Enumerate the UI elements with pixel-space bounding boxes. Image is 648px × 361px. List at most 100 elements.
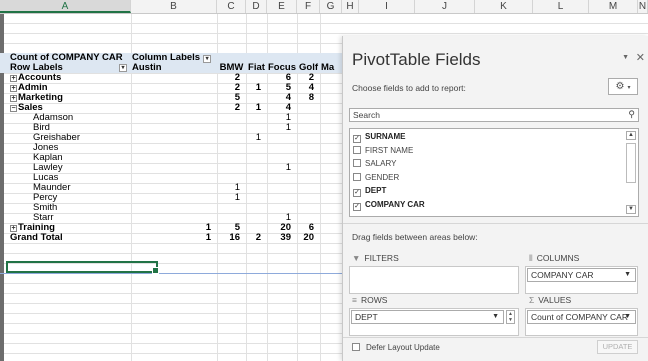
pivot-value-cell[interactable]	[297, 143, 314, 153]
field-checkbox[interactable]: ✓	[353, 189, 361, 197]
column-header-f[interactable]: F	[297, 0, 320, 13]
field-checkbox[interactable]	[353, 159, 361, 167]
row-item-label[interactable]: Maunder	[33, 183, 131, 193]
pivot-value-cell[interactable]: 1	[267, 163, 291, 173]
chevron-down-icon[interactable]: ▼	[624, 269, 631, 281]
filter-dropdown-icon[interactable]: ▾	[119, 64, 127, 72]
pivot-value-cell[interactable]	[297, 103, 314, 113]
pivot-value-cell[interactable]	[246, 173, 261, 183]
defer-layout-checkbox[interactable]	[352, 343, 360, 351]
chevron-down-icon[interactable]: ▼	[624, 311, 631, 323]
column-item-golf[interactable]: Golf	[297, 63, 320, 73]
pivot-value-cell[interactable]	[217, 213, 240, 223]
row-group-label[interactable]: + Accounts	[10, 73, 131, 83]
column-header-a[interactable]: A	[0, 0, 131, 13]
pivot-value-cell[interactable]: 5	[217, 93, 240, 103]
fill-handle[interactable]	[152, 267, 159, 274]
pivot-value-cell[interactable]	[297, 133, 314, 143]
pivot-value-cell[interactable]: 5	[267, 83, 291, 93]
row-item-label[interactable]: Adamson	[33, 113, 131, 123]
pivot-value-cell[interactable]	[217, 123, 240, 133]
field-item[interactable]: FIRST NAME	[353, 145, 413, 158]
field-item[interactable]: ✓ DEPT	[353, 186, 386, 198]
column-header-e[interactable]: E	[267, 0, 297, 13]
pivot-value-cell[interactable]: 5	[217, 223, 240, 233]
pivot-value-cell[interactable]	[246, 73, 261, 83]
row-item-label[interactable]: Smith	[33, 203, 131, 213]
pivot-value-cell[interactable]: 1	[217, 193, 240, 203]
pivot-value-cell[interactable]	[217, 143, 240, 153]
update-button[interactable]: UPDATE	[597, 340, 638, 354]
row-item-label[interactable]: Percy	[33, 193, 131, 203]
pivot-value-cell[interactable]	[246, 153, 261, 163]
pivot-value-cell[interactable]	[132, 163, 211, 173]
row-group-label[interactable]: − Sales	[10, 103, 131, 113]
row-item-label[interactable]: Bird	[33, 123, 131, 133]
pivot-value-cell[interactable]	[246, 163, 261, 173]
pivot-value-cell[interactable]	[217, 113, 240, 123]
pivot-value-cell[interactable]: 6	[297, 223, 314, 233]
pivot-value-cell[interactable]	[132, 73, 211, 83]
pivot-value-cell[interactable]: 1	[246, 133, 261, 143]
pivot-value-cell[interactable]	[246, 123, 261, 133]
pivot-value-cell[interactable]: 2	[297, 73, 314, 83]
column-item-focus[interactable]: Focus	[267, 63, 297, 73]
pivot-value-cell[interactable]	[246, 93, 261, 103]
row-item-label[interactable]: Lawley	[33, 163, 131, 173]
pivot-value-cell[interactable]	[267, 203, 291, 213]
down-arrow-icon[interactable]: ▼	[508, 317, 513, 323]
expand-icon[interactable]: +	[10, 75, 17, 82]
pivot-value-cell[interactable]: 4	[267, 103, 291, 113]
pivot-value-cell[interactable]	[132, 143, 211, 153]
chevron-down-icon[interactable]: ▼	[622, 54, 629, 61]
pivot-value-cell[interactable]	[132, 183, 211, 193]
pivot-value-cell[interactable]	[297, 213, 314, 223]
pivot-value-cell[interactable]: 1	[132, 223, 211, 233]
pivot-value-cell[interactable]	[217, 133, 240, 143]
field-checkbox[interactable]	[353, 172, 361, 181]
pivot-value-cell[interactable]: 1	[132, 233, 211, 243]
field-checkbox[interactable]	[353, 145, 361, 154]
pivot-value-cell[interactable]	[246, 193, 261, 203]
tools-button[interactable]: ⚙ ▾	[608, 78, 638, 95]
pivot-value-cell[interactable]: 20	[267, 223, 291, 233]
pivot-column-labels[interactable]: Column Labels ▾	[132, 53, 222, 63]
field-item[interactable]: GENDER	[353, 172, 399, 185]
pivot-value-cell[interactable]: 2	[217, 83, 240, 93]
expand-icon[interactable]: +	[10, 85, 17, 92]
row-item-label[interactable]: Lucas	[33, 173, 131, 183]
pivot-row-labels[interactable]: Row Labels ▾	[10, 63, 131, 73]
pivot-value-cell[interactable]	[267, 143, 291, 153]
pivot-value-cell[interactable]	[297, 163, 314, 173]
pivot-value-cell[interactable]	[246, 203, 261, 213]
row-item-label[interactable]: Greishaber	[33, 133, 131, 143]
pivot-value-cell[interactable]: 2	[217, 103, 240, 113]
pivot-value-cell[interactable]	[297, 153, 314, 163]
defer-layout-option[interactable]: Defer Layout Update	[352, 343, 440, 352]
pivot-value-cell[interactable]	[246, 213, 261, 223]
filter-dropdown-icon[interactable]: ▾	[203, 55, 212, 63]
column-header-b[interactable]: B	[131, 0, 217, 13]
pivot-value-cell[interactable]	[246, 183, 261, 193]
pivot-value-cell[interactable]	[132, 203, 211, 213]
pivot-value-cell[interactable]	[297, 123, 314, 133]
column-header-j[interactable]: J	[415, 0, 475, 13]
pivot-value-cell[interactable]	[297, 193, 314, 203]
active-cell-selection[interactable]	[6, 261, 159, 274]
filters-drop-area[interactable]	[349, 266, 519, 294]
pivot-value-cell[interactable]: 8	[297, 93, 314, 103]
close-icon[interactable]: ✕	[636, 51, 645, 64]
row-group-label[interactable]: + Marketing	[10, 93, 131, 103]
column-header-l[interactable]: L	[533, 0, 589, 13]
pivot-value-cell[interactable]: 39	[267, 233, 291, 243]
row-group-label[interactable]: + Admin	[10, 83, 131, 93]
pivot-value-cell[interactable]	[267, 193, 291, 203]
pivot-value-cell[interactable]: 1	[246, 103, 261, 113]
pivot-value-cell[interactable]	[132, 133, 211, 143]
column-header-m[interactable]: M	[589, 0, 638, 13]
pivot-value-cell[interactable]: 4	[297, 83, 314, 93]
row-item-label[interactable]: Starr	[33, 213, 131, 223]
pivot-value-cell[interactable]	[132, 83, 211, 93]
column-header-d[interactable]: D	[246, 0, 267, 13]
column-header-i[interactable]: I	[359, 0, 415, 13]
